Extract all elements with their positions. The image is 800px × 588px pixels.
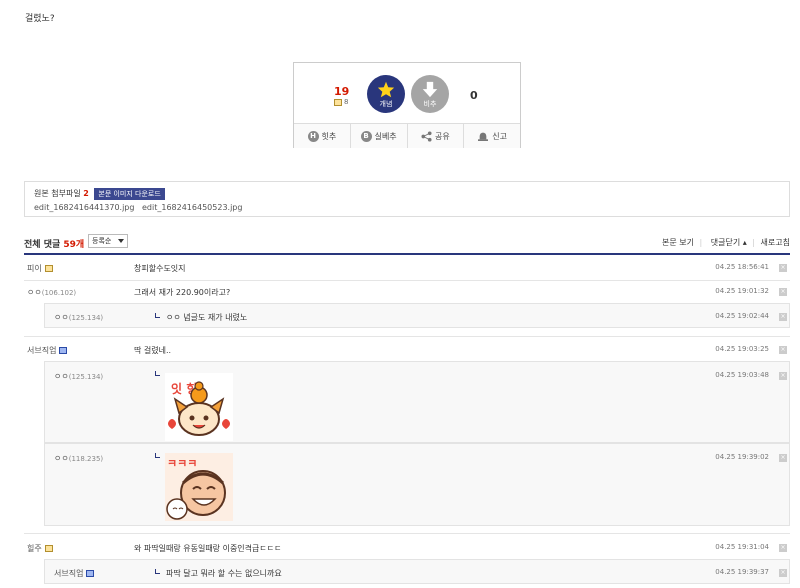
attachment-file-link[interactable]: edit_1682416441370.jpg xyxy=(34,203,134,212)
comment-text: 파딱 달고 뭐라 할 수는 없으니까요 xyxy=(155,568,282,579)
comment-nick[interactable]: 서브직업 xyxy=(27,345,68,356)
sticker-image: ㅋㅋㅋ xyxy=(165,453,233,521)
down-count: 0 xyxy=(470,89,478,102)
reply-arrow-icon xyxy=(155,371,160,376)
attachment-title: 원본 첨부파일 xyxy=(34,189,81,198)
delete-icon[interactable]: × xyxy=(779,544,787,552)
fixed-nick-icon xyxy=(44,545,53,552)
view-post-link[interactable]: 본문 보기 xyxy=(662,238,694,247)
comment-nick[interactable]: ㅇㅇ(106.102) xyxy=(27,287,76,298)
best-icon: B xyxy=(360,130,372,142)
comment-date: 04.25 19:03:25 xyxy=(715,345,769,353)
fix-count: 8 xyxy=(334,98,348,106)
share-button[interactable]: 공유 xyxy=(408,124,465,148)
comment-text: 그래서 재가 220.90이라고? xyxy=(134,288,231,297)
upvote-button[interactable]: 개념 xyxy=(367,75,405,113)
comment-row: 서브직업 딱 걸렸네.. 04.25 19:03:25 × xyxy=(24,339,790,359)
best-recommend-button[interactable]: B 실베추 xyxy=(351,124,408,148)
downvote-button[interactable]: 비추 xyxy=(411,75,449,113)
comment-nick[interactable]: 피이 xyxy=(27,263,53,274)
sticker-image: 잇 힝 xyxy=(165,373,233,441)
comment-text: 와 파딱일때랑 유동일때랑 이중인격급ㄷㄷㄷ xyxy=(134,544,282,553)
reply-arrow-icon xyxy=(155,313,160,318)
comment-row: 힐주 와 파딱일때랑 유동일때랑 이중인격급ㄷㄷㄷ 04.25 19:31:04… xyxy=(24,537,790,557)
svg-text:ㅋㅋㅋ: ㅋㅋㅋ xyxy=(167,457,197,470)
comment-nick[interactable]: 서브직업 xyxy=(54,568,95,579)
delete-icon[interactable]: × xyxy=(779,372,787,380)
comment-date: 04.25 19:31:04 xyxy=(715,543,769,551)
attachment-count: 2 xyxy=(83,189,89,198)
refresh-link[interactable]: 새로고침 xyxy=(761,238,790,247)
attachment-file-link[interactable]: edit_1682416450523.jpg xyxy=(142,203,242,212)
comment-nick[interactable]: ㅇㅇ(118.235) xyxy=(54,453,103,464)
comment-date: 04.25 18:56:41 xyxy=(715,263,769,271)
comment-nick[interactable]: 힐주 xyxy=(27,543,53,554)
vote-box: 19 8 개념 비추 0 H 힛추 B 실베추 공유 신고 xyxy=(293,62,521,148)
comment-text: 딱 걸렸네.. xyxy=(134,346,172,355)
delete-icon[interactable]: × xyxy=(779,569,787,577)
delete-icon[interactable]: × xyxy=(779,264,787,272)
reply-row: ㅇㅇ(125.134) ㅇㅇ 념글도 재가 내렸노 04.25 19:02:44… xyxy=(44,303,790,328)
comment-date: 04.25 19:01:32 xyxy=(715,287,769,295)
comment-nick[interactable]: ㅇㅇ(125.134) xyxy=(54,312,103,323)
sort-select[interactable]: 등록순 xyxy=(88,234,129,248)
comment-date: 04.25 19:03:48 xyxy=(715,371,769,379)
siren-icon xyxy=(478,132,489,141)
arrow-down-icon xyxy=(422,81,438,98)
share-icon xyxy=(421,130,432,142)
delete-icon[interactable]: × xyxy=(779,454,787,462)
attachment-box: 원본 첨부파일 2 본문 이미지 다운로드 edit_1682416441370… xyxy=(24,181,790,217)
report-button[interactable]: 신고 xyxy=(464,124,520,148)
comment-nick[interactable]: ㅇㅇ(125.134) xyxy=(54,371,103,382)
fixed-nick-icon xyxy=(59,347,68,354)
comment-date: 04.25 19:02:44 xyxy=(715,312,769,320)
hit-recommend-button[interactable]: H 힛추 xyxy=(294,124,351,148)
reply-arrow-icon xyxy=(155,453,160,458)
up-count: 19 xyxy=(334,85,350,98)
comment-date: 04.25 19:39:02 xyxy=(715,453,769,461)
comment-text: 창피할수도잇지 xyxy=(134,264,186,273)
hit-icon: H xyxy=(307,130,319,142)
delete-icon[interactable]: × xyxy=(779,288,787,296)
fixed-nick-icon xyxy=(86,570,95,577)
download-images-button[interactable]: 본문 이미지 다운로드 xyxy=(94,188,165,200)
delete-icon[interactable]: × xyxy=(779,313,787,321)
reply-row: 서브직업 파딱 달고 뭐라 할 수는 없으니까요 04.25 19:39:37 … xyxy=(44,559,790,584)
reply-arrow-icon xyxy=(155,569,160,574)
post-text: 걸렸노? xyxy=(25,14,55,24)
close-comments-link[interactable]: 댓글닫기 ▴ xyxy=(708,238,747,247)
comment-total: 전체 댓글 59개 xyxy=(24,240,85,250)
comment-text: ㅇㅇ 념글도 재가 내렸노 xyxy=(155,312,247,323)
comment-row: 피이 창피할수도잇지 04.25 18:56:41 × xyxy=(24,258,790,280)
comment-date: 04.25 19:39:37 xyxy=(715,568,769,576)
chevron-down-icon xyxy=(118,239,125,243)
reply-row: ㅇㅇ(125.134) 잇 힝 04.25 19:03:48 × xyxy=(44,361,790,443)
comment-header: 전체 댓글 59개 등록순 본문 보기 | 댓글닫기 ▴ | 새로고침 xyxy=(24,233,790,255)
fix-icon xyxy=(334,98,342,106)
fixed-nick-icon xyxy=(44,265,53,272)
star-icon xyxy=(377,81,395,98)
comment-row: ㅇㅇ(106.102) 그래서 재가 220.90이라고? 04.25 19:0… xyxy=(24,282,790,302)
reply-row: ㅇㅇ(118.235) ㅋㅋㅋ 04.25 19:39:02 × xyxy=(44,443,790,526)
delete-icon[interactable]: × xyxy=(779,346,787,354)
